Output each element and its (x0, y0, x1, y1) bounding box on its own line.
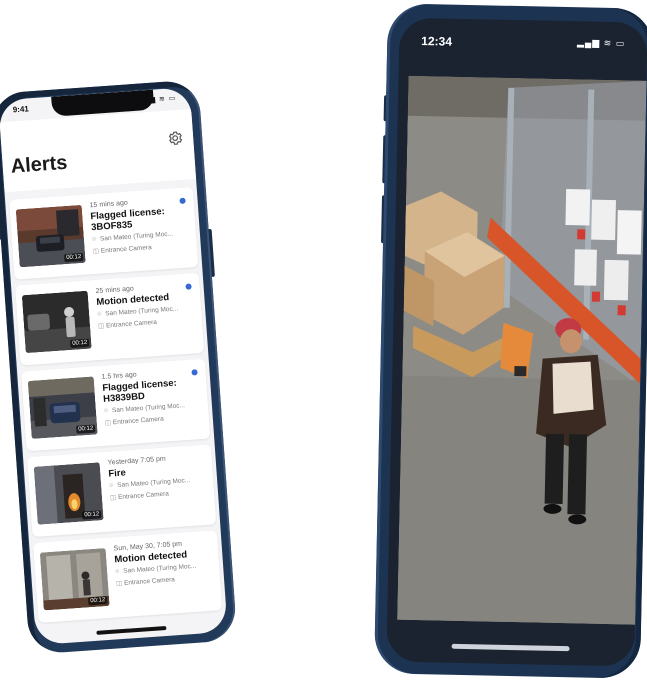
alert-thumbnail: 00:12 (21, 290, 92, 354)
alert-camera: Entrance Camera (100, 244, 152, 255)
alert-camera: Entrance Camera (112, 415, 164, 427)
status-icons: ▂▄▆ ≋ ▭ (576, 37, 626, 49)
alert-card[interactable]: 00:12 Sun, May 30, 7:05 pm Motion detect… (33, 530, 223, 623)
home-indicator[interactable] (451, 643, 570, 652)
camera-feed[interactable] (397, 75, 647, 625)
alerts-phone: 9:41 ▂▄▆ ≋ ▭ Alerts 00:12 15 mins ago Fl… (0, 79, 238, 655)
alert-title: Flagged license: 3BOF835 (90, 206, 166, 234)
alert-location: San Mateo (Turing Moc... (117, 476, 191, 490)
alerts-header (0, 108, 197, 193)
alert-card[interactable]: 00:12 15 mins ago Flagged license: 3BOF8… (9, 187, 199, 280)
clip-duration: 00:12 (63, 252, 84, 263)
status-time: 12:34 (421, 33, 453, 49)
alert-thumbnail: 00:12 (33, 462, 104, 525)
unread-indicator (179, 197, 186, 205)
page-title: Alerts (10, 151, 69, 178)
alert-list: 00:12 15 mins ago Flagged license: 3BOF8… (9, 187, 223, 629)
clip-duration: 00:12 (69, 338, 90, 348)
alert-camera: Entrance Camera (123, 576, 176, 587)
alert-card[interactable]: 00:12 1.5 hrs ago Flagged license: H3839… (21, 358, 211, 452)
alert-thumbnail: 00:12 (15, 204, 86, 268)
alert-thumbnail: 00:12 (39, 548, 110, 611)
alert-title: Flagged license: H3839BD (102, 377, 178, 405)
unread-indicator (185, 283, 192, 290)
alert-camera: Entrance Camera (117, 490, 170, 502)
alert-location: San Mateo (Turing Moc... (99, 230, 174, 243)
alert-camera: Entrance Camera (105, 318, 158, 330)
clip-duration: 00:12 (81, 510, 102, 520)
alert-location: San Mateo (Turing Moc... (111, 402, 186, 415)
clip-duration: 00:12 (75, 424, 96, 434)
clip-duration: 00:12 (87, 596, 108, 606)
status-time: 9:41 (12, 104, 30, 115)
video-screen: 12:34 ▂▄▆ ≋ ▭ (386, 17, 647, 667)
unread-indicator (191, 369, 198, 376)
alert-thumbnail: 00:12 (27, 376, 98, 439)
home-indicator[interactable] (96, 625, 167, 635)
alert-card[interactable]: 00:12 25 mins ago Motion detected ⌾ San M… (15, 272, 205, 366)
alerts-screen: 9:41 ▂▄▆ ≋ ▭ Alerts 00:12 15 mins ago Fl… (0, 87, 228, 646)
alert-card[interactable]: 00:12 Yesterday 7:05 pm Fire ⌾ San Mateo … (27, 444, 217, 538)
live-video-phone: 12:34 ▂▄▆ ≋ ▭ (374, 3, 647, 679)
gear-icon[interactable] (167, 130, 184, 147)
alert-location: San Mateo (Turing Moc... (123, 562, 197, 575)
alert-location: San Mateo (Turing Moc... (105, 305, 179, 318)
